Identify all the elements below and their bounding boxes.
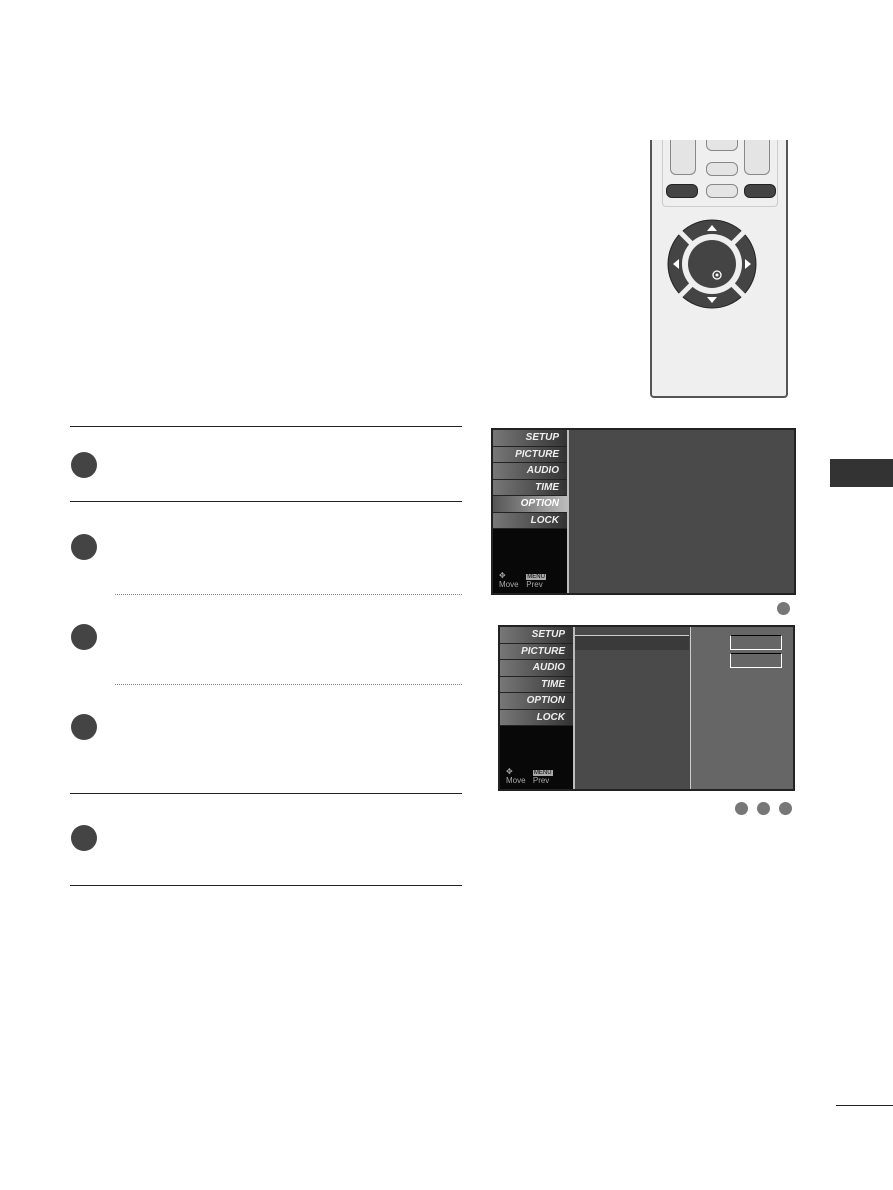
menu-item-lock[interactable]: LOCK (500, 709, 573, 726)
menu-item-audio[interactable]: AUDIO (493, 463, 567, 480)
menu-item-lock[interactable]: LOCK (493, 512, 567, 529)
menu-button[interactable] (666, 184, 698, 198)
volume-button[interactable] (670, 140, 696, 175)
navigation-pad[interactable] (666, 218, 758, 310)
menu-item-time[interactable]: TIME (500, 676, 573, 693)
menu-item-picture[interactable]: PICTURE (493, 446, 567, 463)
step-marker (71, 452, 97, 478)
menu-item-setup[interactable]: SETUP (493, 430, 567, 447)
step-marker (757, 802, 770, 815)
channel-button[interactable] (744, 140, 770, 175)
divider (70, 793, 462, 794)
step-marker (71, 624, 97, 650)
menu-item-option[interactable]: OPTION (493, 496, 567, 513)
exit-button[interactable] (744, 184, 776, 198)
divider (70, 426, 462, 427)
step-marker (777, 602, 790, 615)
menu-item-setup[interactable]: SETUP (500, 627, 573, 644)
step-marker (779, 802, 792, 815)
divider (70, 885, 462, 886)
page-number-rule (836, 1105, 893, 1106)
menu-item-picture[interactable]: PICTURE (500, 643, 573, 660)
divider (70, 501, 462, 502)
step-marker (71, 534, 97, 560)
move-hint: ✥ Move (499, 571, 519, 589)
value-panel (690, 627, 793, 789)
menu-item-option[interactable]: OPTION (500, 693, 573, 710)
divider (115, 684, 462, 685)
remote-button[interactable] (706, 162, 738, 176)
divider (115, 594, 462, 595)
step-marker (71, 714, 97, 740)
menu-sidebar: SETUP PICTURE AUDIO TIME OPTION LOCK ✥ M… (500, 627, 575, 789)
step-marker (735, 802, 748, 815)
remote-button[interactable] (706, 184, 738, 198)
prev-hint: MENU Prev (532, 770, 553, 785)
menu-item-time[interactable]: TIME (493, 479, 567, 496)
menu-item-audio[interactable]: AUDIO (500, 660, 573, 677)
remote-button[interactable] (706, 140, 738, 151)
option-menu-screen: SETUP PICTURE AUDIO TIME OPTION LOCK ✥ M… (491, 428, 796, 595)
value-box[interactable] (730, 653, 782, 668)
prev-hint: MENU Prev (526, 574, 546, 589)
submenu-highlight[interactable] (575, 635, 689, 650)
remote-control (650, 140, 788, 398)
move-hint: ✥ Move (506, 767, 526, 785)
option-submenu-screen: SETUP PICTURE AUDIO TIME OPTION LOCK ✥ M… (498, 625, 795, 791)
value-box[interactable] (730, 635, 782, 650)
section-tab (830, 459, 893, 487)
menu-sidebar: SETUP PICTURE AUDIO TIME OPTION LOCK ✥ M… (493, 430, 569, 593)
step-marker (71, 825, 97, 851)
